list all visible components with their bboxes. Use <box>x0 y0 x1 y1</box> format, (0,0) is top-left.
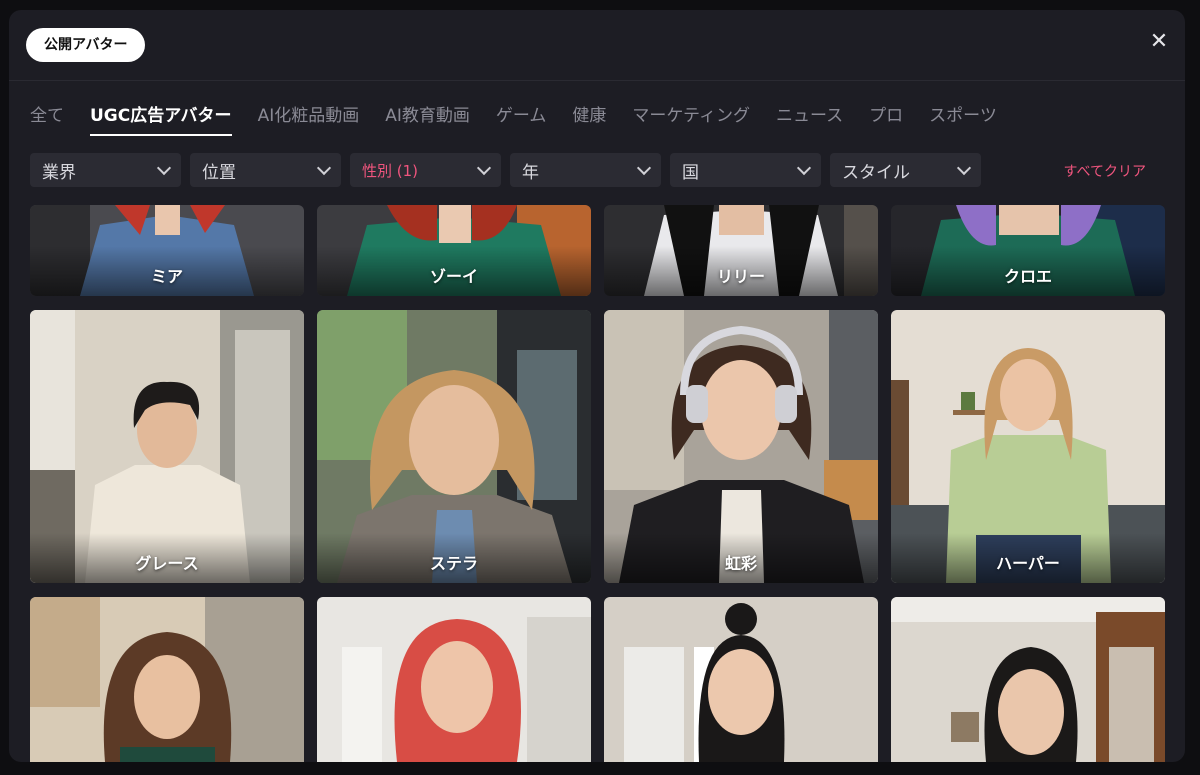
tab-marketing[interactable]: マーケティング <box>632 102 750 136</box>
avatar-card[interactable]: グレース <box>30 310 304 583</box>
tab-all[interactable]: 全て <box>30 102 64 136</box>
age-filter-dropdown[interactable]: 年 <box>510 153 661 187</box>
avatar-card[interactable]: 虹彩 <box>604 310 878 583</box>
chevron-down-icon <box>476 160 492 175</box>
tab-pro[interactable]: プロ <box>869 102 903 136</box>
chevron-down-icon <box>156 160 172 175</box>
category-tabs: 全て UGC広告アバター AI化粧品動画 AI教育動画 ゲーム 健康 マーケティ… <box>30 102 997 142</box>
tab-ai-education-video[interactable]: AI教育動画 <box>385 102 470 136</box>
avatar-card[interactable]: ゾーイ <box>317 205 591 296</box>
tab-health[interactable]: 健康 <box>572 102 606 136</box>
avatar-portrait <box>604 597 878 762</box>
avatar-portrait <box>317 597 591 762</box>
tab-game[interactable]: ゲーム <box>496 102 547 136</box>
style-filter-dropdown[interactable]: スタイル <box>830 153 981 187</box>
tab-sports[interactable]: スポーツ <box>929 102 997 136</box>
clear-all-link[interactable]: すべてクリア <box>1064 161 1146 181</box>
avatar-card[interactable]: ステラ <box>317 310 591 583</box>
avatar-card[interactable]: リリー <box>604 205 878 296</box>
tab-ai-cosmetics-video[interactable]: AI化粧品動画 <box>258 102 360 136</box>
avatar-card[interactable] <box>317 597 591 762</box>
avatar-name: ハーパー <box>996 554 1060 573</box>
public-avatar-pill[interactable]: 公開アバター <box>26 28 146 62</box>
filter-label: 年 <box>522 162 539 183</box>
country-filter-dropdown[interactable]: 国 <box>670 153 821 187</box>
filter-label: 性別 (1) <box>362 161 419 180</box>
filter-bar: 業界 位置 性別 (1) 年 国 スタイル <box>30 153 981 187</box>
avatar-card[interactable]: クロエ <box>891 205 1165 296</box>
avatar-portrait <box>891 597 1165 762</box>
industry-filter-dropdown[interactable]: 業界 <box>30 153 181 187</box>
avatar-name: ゾーイ <box>429 267 478 286</box>
gender-filter-dropdown[interactable]: 性別 (1) <box>350 153 501 187</box>
chevron-down-icon <box>956 160 972 175</box>
modal-header: 公開アバター ✕ <box>9 10 1185 81</box>
avatar-grid: ミア ゾーイ リリー クロエ グレース ステラ 虹彩 ハーパー <box>9 205 1185 762</box>
public-avatar-modal: 公開アバター ✕ 全て UGC広告アバター AI化粧品動画 AI教育動画 ゲーム… <box>9 10 1185 762</box>
close-icon[interactable]: ✕ <box>1147 30 1171 54</box>
avatar-name: クロエ <box>1003 267 1052 286</box>
filter-label: 国 <box>682 162 699 183</box>
avatar-card[interactable]: ミア <box>30 205 304 296</box>
avatar-portrait <box>30 597 304 762</box>
avatar-card[interactable] <box>30 597 304 762</box>
avatar-name: グレース <box>135 554 199 573</box>
avatar-card[interactable] <box>604 597 878 762</box>
avatar-name: ミア <box>150 267 183 286</box>
tab-ugc-ad-avatar[interactable]: UGC広告アバター <box>90 102 232 136</box>
chevron-down-icon <box>796 160 812 175</box>
tab-news[interactable]: ニュース <box>776 102 843 136</box>
avatar-name: ステラ <box>429 554 478 573</box>
filter-label: スタイル <box>842 162 910 183</box>
chevron-down-icon <box>636 160 652 175</box>
avatar-name: リリー <box>716 267 765 286</box>
chevron-down-icon <box>316 160 332 175</box>
filter-label: 位置 <box>202 162 236 183</box>
filter-label: 業界 <box>42 162 76 183</box>
avatar-card[interactable] <box>891 597 1165 762</box>
position-filter-dropdown[interactable]: 位置 <box>190 153 341 187</box>
avatar-card[interactable]: ハーパー <box>891 310 1165 583</box>
avatar-name: 虹彩 <box>724 554 757 573</box>
